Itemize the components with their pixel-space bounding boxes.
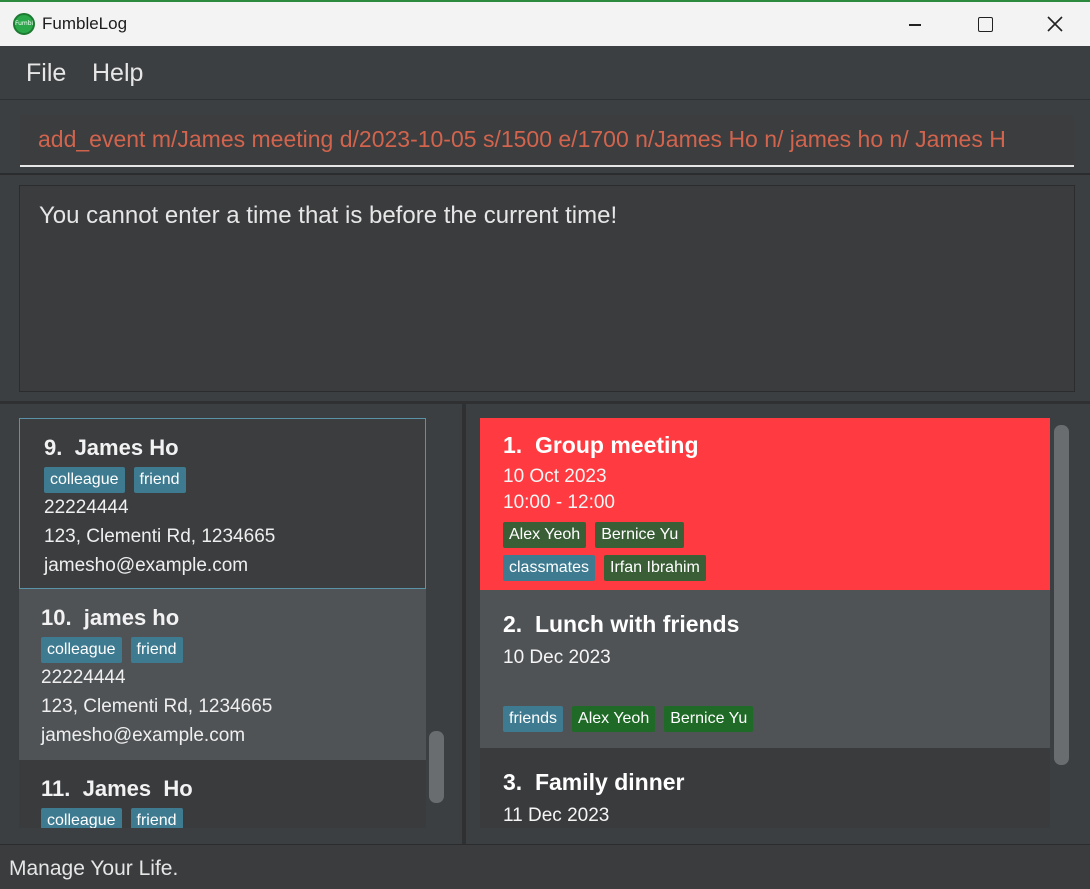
person-phone: 22224444 — [44, 497, 129, 518]
menu-bar: File Help — [0, 46, 1090, 100]
person-address: 123, Clementi Rd, 1234665 — [41, 696, 273, 717]
event-list-panel: 1. Group meeting 10 Oct 2023 10:00 - 12:… — [466, 404, 1090, 844]
close-button[interactable] — [1020, 2, 1090, 46]
menu-help[interactable]: Help — [92, 59, 143, 88]
event-list-scrollbar[interactable] — [1054, 425, 1069, 765]
event-title: 1. Group meeting — [503, 432, 699, 458]
person-email: jamesho@example.com — [41, 725, 246, 746]
person-list-scrollbar[interactable] — [429, 731, 444, 803]
person-name: 9. James Ho — [44, 435, 179, 460]
person-list[interactable]: 9. James Ho colleague friend 22224444 123… — [19, 418, 426, 828]
command-input[interactable]: add_event m/James meeting d/2023-10-05 s… — [20, 115, 1074, 167]
tag: colleague — [44, 467, 125, 493]
event-date: 10 Oct 2023 — [503, 466, 607, 487]
person-address: 123, Clementi Rd, 1234665 — [44, 526, 276, 547]
tag: colleague — [41, 637, 122, 663]
event-tags: classmates Irfan Ibrahim — [503, 555, 715, 581]
event-date: 11 Dec 2023 — [503, 805, 610, 826]
app-window: FumbleLog FumbleLog File Help add_event … — [0, 0, 1090, 889]
person-tags: colleague friend — [41, 808, 192, 828]
tag: classmates — [503, 555, 596, 581]
person-email: jamesho@example.com — [44, 555, 249, 576]
tag: Alex Yeoh — [572, 706, 656, 732]
tag: friends — [503, 706, 564, 732]
event-card[interactable]: 3. Family dinner 11 Dec 2023 — [480, 748, 1050, 828]
tag: friend — [130, 637, 183, 663]
person-phone: 22224444 — [41, 667, 126, 688]
result-message: You cannot enter a time that is before t… — [39, 202, 618, 229]
event-title: 3. Family dinner — [503, 769, 685, 795]
event-card[interactable]: 2. Lunch with friends 10 Dec 2023 friend… — [480, 590, 1050, 748]
app-logo-icon: FumbleLog — [13, 13, 35, 35]
title-bar: FumbleLog FumbleLog — [0, 0, 1090, 46]
person-name: 11. James Ho — [41, 776, 193, 801]
tag: Bernice Yu — [664, 706, 754, 732]
tag: friend — [130, 808, 183, 828]
maximize-button[interactable] — [950, 2, 1020, 46]
result-display: You cannot enter a time that is before t… — [19, 185, 1075, 392]
tag: Irfan Ibrahim — [604, 555, 706, 581]
person-name: 10. james ho — [41, 605, 180, 630]
tag: Alex Yeoh — [503, 522, 587, 548]
tag: colleague — [41, 808, 122, 828]
event-list[interactable]: 1. Group meeting 10 Oct 2023 10:00 - 12:… — [480, 418, 1050, 828]
command-box: add_event m/James meeting d/2023-10-05 s… — [0, 101, 1090, 175]
tag: friend — [133, 467, 186, 493]
window-title: FumbleLog — [42, 14, 128, 33]
tag: Bernice Yu — [595, 522, 685, 548]
event-title: 2. Lunch with friends — [503, 611, 740, 637]
status-text: Manage Your Life. — [9, 857, 179, 880]
person-tags: colleague friend — [44, 467, 195, 493]
person-list-panel: 9. James Ho colleague friend 22224444 123… — [0, 404, 462, 844]
close-icon — [1047, 16, 1063, 32]
event-tags: friends Alex Yeoh Bernice Yu — [503, 706, 762, 732]
minimize-button[interactable] — [880, 2, 950, 46]
person-tags: colleague friend — [41, 637, 192, 663]
event-time: 10:00 - 12:00 — [503, 492, 615, 513]
event-card[interactable]: 1. Group meeting 10 Oct 2023 10:00 - 12:… — [480, 418, 1050, 590]
status-bar: Manage Your Life. — [0, 844, 1090, 889]
person-card[interactable]: 11. James Ho colleague friend — [19, 760, 426, 828]
person-card[interactable]: 9. James Ho colleague friend 22224444 123… — [19, 418, 426, 589]
menu-file[interactable]: File — [26, 59, 66, 88]
event-date: 10 Dec 2023 — [503, 647, 611, 668]
event-tags: Alex Yeoh Bernice Yu — [503, 522, 693, 548]
person-card[interactable]: 10. james ho colleague friend 22224444 12… — [19, 589, 426, 760]
